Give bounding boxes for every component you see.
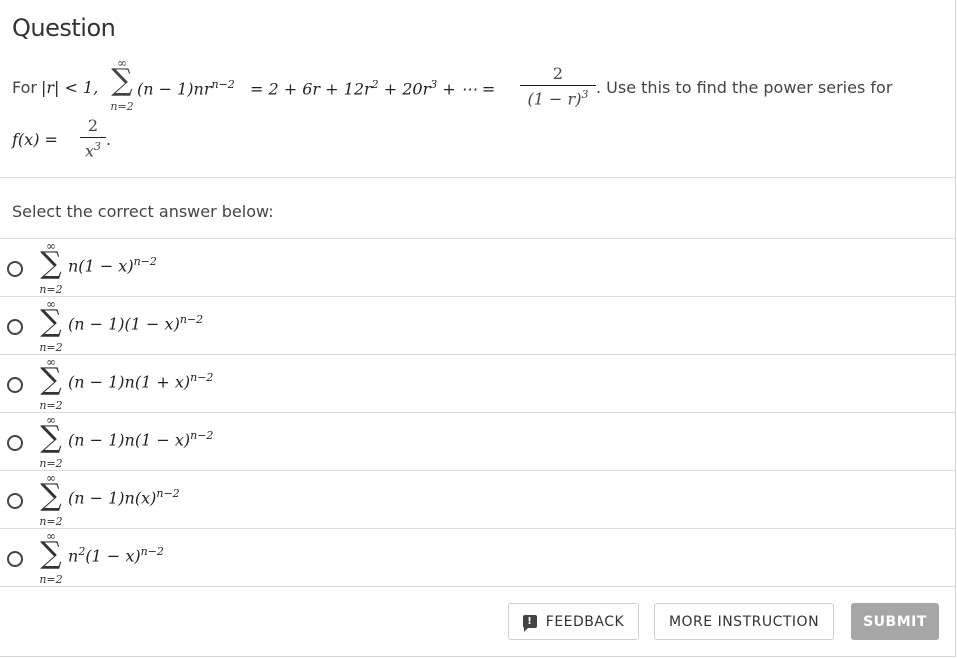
stem-summation: ∞ ∑ n=2 <box>107 56 137 120</box>
radio-button[interactable] <box>7 435 23 451</box>
expansion-text-b: + 20r <box>378 79 431 99</box>
summand-text: (n − 1)nr <box>137 79 212 99</box>
function-period: . <box>106 130 112 149</box>
sigma-icon: ∑ <box>40 362 62 397</box>
function-fraction: 2 x3 <box>80 116 106 160</box>
option-summation: ∞ ∑ n=2 <box>36 355 66 412</box>
option-summation: ∞ ∑ n=2 <box>36 471 66 528</box>
radio-button[interactable] <box>7 493 23 509</box>
option-expression: (n − 1)n(x)n−2 <box>68 487 180 507</box>
option-exponent: n−2 <box>190 371 214 384</box>
stem-condition: |r| < 1, <box>41 78 99 97</box>
option-expression: (n − 1)(1 − x)n−2 <box>68 313 203 333</box>
sum-lower-limit: n=2 <box>39 283 63 296</box>
option-body: (n − 1)n(1 − x) <box>68 430 191 450</box>
answer-option[interactable]: ∞ ∑ n=2 (n − 1)n(1 + x)n−2 <box>0 354 955 413</box>
sigma-icon: ∑ <box>111 63 133 98</box>
radio-button[interactable] <box>7 319 23 335</box>
stem-function: f(x) = 2 x3 . <box>12 116 212 160</box>
stem-fraction: 2 (1 − r)3 <box>520 64 596 108</box>
sigma-icon: ∑ <box>40 304 62 339</box>
option-summation: ∞ ∑ n=2 <box>36 529 66 586</box>
option-exponent: n−2 <box>190 429 214 442</box>
option-body: (n − 1)n(1 + x) <box>68 372 191 392</box>
function-denominator-text: x <box>84 141 95 161</box>
function-denominator: x3 <box>80 140 106 160</box>
option-body-a: n <box>68 546 79 566</box>
expansion-exp2: 2 <box>371 78 379 91</box>
sum-lower-limit: n=2 <box>39 515 63 528</box>
answer-option[interactable]: ∞ ∑ n=2 (n − 1)n(x)n−2 <box>0 470 955 529</box>
option-body: (n − 1)(1 − x) <box>68 314 180 334</box>
option-expression: (n − 1)n(1 − x)n−2 <box>68 429 213 449</box>
radio-button[interactable] <box>7 261 23 277</box>
sum-lower-limit: n=2 <box>39 341 63 354</box>
submit-label: SUBMIT <box>863 613 927 630</box>
answer-prompt: Select the correct answer below: <box>12 202 274 221</box>
option-exponent: n−2 <box>156 487 180 500</box>
stem-summand: (n − 1)nrn−2 <box>137 78 235 98</box>
fraction-denominator-text: (1 − r) <box>527 89 582 109</box>
expansion-text-c: + ⋯ = <box>437 79 496 99</box>
option-expression: (n − 1)n(1 + x)n−2 <box>68 371 213 391</box>
question-title: Question <box>12 14 116 42</box>
option-body: (1 − x) <box>85 546 141 566</box>
option-body: (n − 1)n(x) <box>68 488 157 508</box>
fraction-numerator: 2 <box>552 64 564 83</box>
more-instruction-label: MORE INSTRUCTION <box>668 613 820 630</box>
sum-lower-limit: n=2 <box>110 100 134 113</box>
sigma-icon: ∑ <box>40 246 62 281</box>
sigma-icon: ∑ <box>40 478 62 513</box>
radio-button[interactable] <box>7 377 23 393</box>
radio-button[interactable] <box>7 551 23 567</box>
function-numerator: 2 <box>87 116 99 135</box>
feedback-label: FEEDBACK <box>545 613 625 630</box>
option-body: n(1 − x) <box>68 256 134 276</box>
answer-option[interactable]: ∞ ∑ n=2 n2(1 − x)n−2 <box>0 528 955 587</box>
fraction-denominator-exp: 3 <box>581 88 589 101</box>
option-summation: ∞ ∑ n=2 <box>36 239 66 296</box>
fraction-denominator: (1 − r)3 <box>520 88 596 108</box>
sum-lower-limit: n=2 <box>39 573 63 586</box>
option-expression: n2(1 − x)n−2 <box>68 545 164 565</box>
answer-option[interactable]: ∞ ∑ n=2 (n − 1)(1 − x)n−2 <box>0 296 955 355</box>
stem-expansion: = 2 + 6r + 12r2 + 20r3 + ⋯ = <box>250 78 495 98</box>
section-divider <box>0 177 955 178</box>
option-summation: ∞ ∑ n=2 <box>36 413 66 470</box>
answer-option[interactable]: ∞ ∑ n=2 (n − 1)n(1 − x)n−2 <box>0 412 955 471</box>
expansion-text: = 2 + 6r + 12r <box>250 79 372 99</box>
submit-button[interactable]: SUBMIT <box>851 603 939 640</box>
fraction-bar <box>520 85 596 86</box>
feedback-button[interactable]: ! FEEDBACK <box>508 603 639 640</box>
feedback-icon: ! <box>522 615 537 632</box>
option-exponent: n−2 <box>133 255 157 268</box>
answer-option[interactable]: ∞ ∑ n=2 n(1 − x)n−2 <box>0 238 955 297</box>
sigma-icon: ∑ <box>40 536 62 571</box>
stem-prefix: For <box>12 78 37 97</box>
function-fraction-bar <box>80 137 106 138</box>
summand-exponent: n−2 <box>211 78 235 91</box>
option-exponent: n−2 <box>179 313 204 326</box>
stem-suffix: . Use this to find the power series for <box>596 78 893 97</box>
sum-lower-limit: n=2 <box>39 457 63 470</box>
options-bottom-divider <box>0 586 955 587</box>
sum-lower-limit: n=2 <box>39 399 63 412</box>
option-expression: n(1 − x)n−2 <box>68 255 157 275</box>
option-summation: ∞ ∑ n=2 <box>36 297 66 354</box>
sigma-icon: ∑ <box>40 420 62 455</box>
option-exponent: n−2 <box>140 545 164 558</box>
function-label: f(x) = <box>12 130 58 149</box>
function-denominator-exp: 3 <box>94 140 102 153</box>
more-instruction-button[interactable]: MORE INSTRUCTION <box>654 603 834 640</box>
